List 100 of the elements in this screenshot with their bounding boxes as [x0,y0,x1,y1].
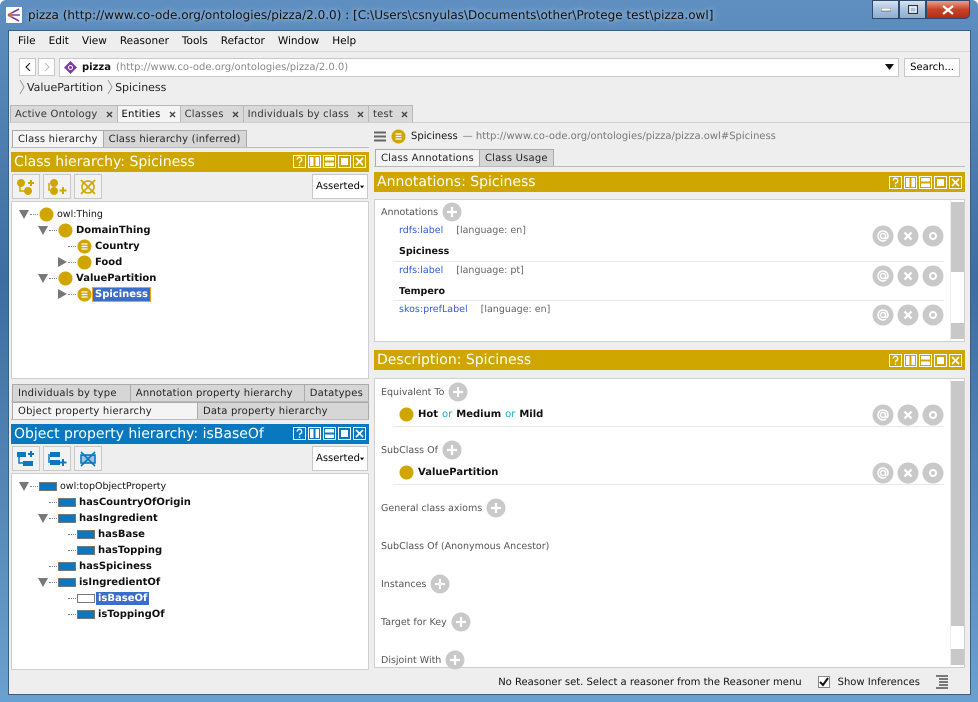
minimize-button[interactable] [872,0,899,19]
tree-item[interactable]: owl:Thing [55,208,105,221]
view-tab[interactable]: Data property hierarchy [196,402,369,420]
tree-item[interactable]: Food [93,256,124,269]
split-vertical-icon[interactable] [308,427,321,440]
edit-icon[interactable] [922,404,944,426]
delete-property-button[interactable] [74,446,102,472]
edit-icon[interactable] [922,304,944,326]
close-icon[interactable] [232,110,239,118]
maximize-icon[interactable] [338,155,351,168]
view-tab[interactable]: Individuals by type [12,384,131,402]
tree-item[interactable]: hasSpiciness [77,560,154,573]
edit-icon[interactable] [922,225,944,247]
expanded-arrow-icon[interactable] [38,273,48,284]
split-vertical-icon[interactable] [904,354,917,366]
breadcrumb-item[interactable]: Spiciness [115,80,166,94]
help-icon[interactable] [293,427,306,440]
help-icon[interactable] [889,354,902,366]
expanded-arrow-icon[interactable] [19,481,29,492]
help-icon[interactable] [293,155,306,168]
mode-dropdown[interactable]: Asserted [312,174,368,200]
annotate-icon[interactable] [872,264,894,287]
expanded-arrow-icon[interactable] [38,577,48,588]
workspace-tab[interactable]: test [368,105,414,122]
view-tab[interactable]: Object property hierarchy [12,402,198,420]
add-icon[interactable] [450,612,471,632]
close-icon[interactable] [401,110,408,118]
edit-icon[interactable] [922,462,944,484]
split-horizontal-icon[interactable] [919,176,932,188]
delete-icon[interactable] [897,264,919,287]
add-icon[interactable] [442,202,462,222]
annotate-icon[interactable] [872,462,894,484]
tree-item[interactable]: DomainThing [74,224,153,237]
maximize-icon[interactable] [934,176,947,188]
menu-item[interactable]: Help [326,35,364,47]
dropdown-arrow-icon[interactable] [885,64,894,70]
view-tab[interactable]: Class Annotations [375,149,480,166]
tree-item[interactable]: isToppingOf [96,608,167,621]
menu-item[interactable]: View [76,35,114,47]
maximize-icon[interactable] [338,427,351,440]
dropdown-arrow-icon[interactable] [360,184,364,190]
close-icon[interactable] [168,110,176,118]
add-sibling-class-button[interactable] [43,174,71,200]
expanded-arrow-icon[interactable] [38,225,48,236]
expanded-arrow-icon[interactable] [19,209,29,220]
show-inferences-checkbox[interactable] [818,676,830,688]
maximize-button[interactable] [899,0,926,19]
scrollbar[interactable] [950,379,964,667]
annotate-icon[interactable] [872,404,894,426]
add-icon[interactable] [442,440,462,460]
menu-item[interactable]: File [12,35,43,47]
menu-item[interactable]: Reasoner [114,35,176,47]
menu-item[interactable]: Edit [42,35,76,47]
scrollbar[interactable] [950,200,964,341]
workspace-tab[interactable]: Active Ontology [10,105,118,122]
add-icon[interactable] [448,382,468,402]
close-icon[interactable] [106,110,113,118]
tree-item[interactable]: hasCountryOfOrigin [77,496,193,509]
menu-item[interactable]: Tools [176,35,215,47]
log-icon[interactable] [936,675,948,689]
annotation-property-link[interactable]: rdfs:label [399,264,444,276]
search-button[interactable]: Search... [904,58,960,76]
menu-icon[interactable] [374,130,386,142]
add-sibling-property-button[interactable] [43,446,71,472]
collapsed-arrow-icon[interactable] [57,257,67,268]
edit-icon[interactable] [922,264,944,287]
split-vertical-icon[interactable] [904,176,917,188]
annotation-property-link[interactable]: rdfs:label [399,225,444,236]
back-button[interactable] [19,58,36,76]
annotate-icon[interactable] [872,225,894,247]
tree-item[interactable]: Country [93,240,142,253]
add-icon[interactable] [430,574,450,594]
delete-icon[interactable] [897,304,919,326]
view-tab[interactable]: Class Usage [478,149,554,166]
delete-icon[interactable] [897,404,919,426]
split-horizontal-icon[interactable] [919,354,932,366]
maximize-icon[interactable] [934,354,947,366]
expanded-arrow-icon[interactable] [38,513,48,524]
tree-item[interactable]: hasIngredient [77,512,160,525]
collapsed-arrow-icon[interactable] [57,289,67,300]
view-tab[interactable]: Annotation property hierarchy [130,384,305,402]
add-subclass-button[interactable] [12,174,40,200]
ontology-selector[interactable]: pizza (http://www.co-ode.org/ontologies/pizza/2.0.0) [59,58,900,76]
close-button[interactable] [926,0,970,19]
delete-class-button[interactable] [74,174,102,200]
breadcrumb-item[interactable]: ValuePartition [27,80,104,94]
workspace-tab[interactable]: Entities [116,105,181,122]
workspace-tab[interactable]: Classes [180,105,244,122]
tree-item[interactable]: ValuePartition [74,272,158,285]
split-vertical-icon[interactable] [308,155,321,168]
help-icon[interactable] [889,176,902,188]
view-tab[interactable]: Class hierarchy [12,130,104,147]
menu-item[interactable]: Refactor [214,35,272,47]
split-horizontal-icon[interactable] [323,427,336,440]
tree-item[interactable]: isBaseOf [96,592,150,605]
view-tab[interactable]: Class hierarchy (inferred) [102,130,247,147]
menu-item[interactable]: Window [272,35,326,47]
delete-icon[interactable] [897,462,919,484]
add-icon[interactable] [445,650,466,670]
add-subproperty-button[interactable] [12,446,40,472]
